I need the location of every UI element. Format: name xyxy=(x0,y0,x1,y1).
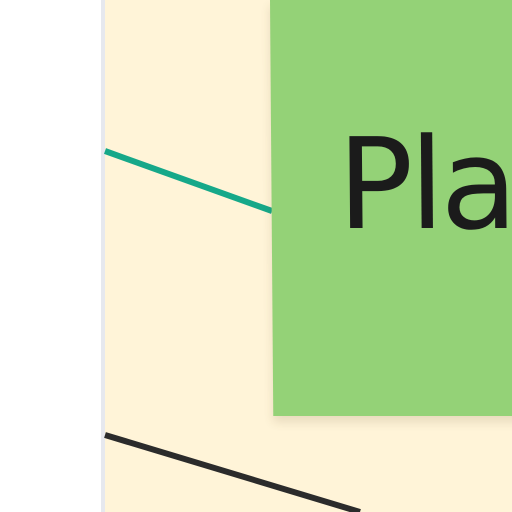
left-gutter xyxy=(0,0,101,512)
whiteboard-viewport: Pla xyxy=(0,0,512,512)
sticky-note-text: Pla xyxy=(336,111,512,258)
sticky-note[interactable]: Pla xyxy=(270,0,512,416)
